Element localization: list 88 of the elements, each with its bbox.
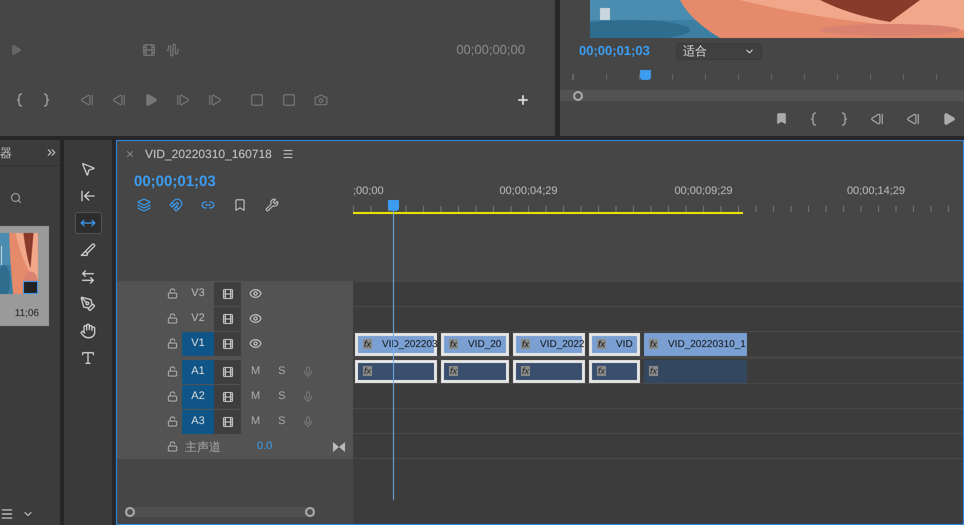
fx-badge: fx [449,366,458,376]
program-timecode: 00;00;01;03 [579,42,650,60]
timeline-timecode: 00;00;01;03 [134,172,217,192]
ruler-label: 00;00;04;29 [499,184,558,196]
audio-clip[interactable]: fx [513,360,585,382]
play-icon[interactable] [144,93,158,107]
lock-icon[interactable] [167,338,178,349]
audio-clip[interactable]: fx [355,360,437,382]
audio-clip[interactable]: fx [441,360,509,382]
marker-icon[interactable] [775,112,788,125]
fx-badge: fx [597,366,606,376]
step-back-icon[interactable] [906,112,920,126]
lock-icon[interactable] [167,416,178,427]
more-panels-icon[interactable] [45,146,58,159]
solo-toggle[interactable]: S [278,363,286,380]
lock-icon[interactable] [167,441,178,452]
clip-card[interactable]: 11;06 [0,226,49,326]
mute-toggle[interactable]: M [251,413,260,430]
plus-icon[interactable] [516,93,530,107]
step-back-icon[interactable] [112,93,126,107]
waveform-icon[interactable] [166,43,180,57]
track-label[interactable]: A3 [182,410,214,434]
lock-icon[interactable] [167,391,178,402]
close-icon[interactable] [125,149,135,159]
track-label[interactable]: V1 [182,332,214,356]
sequence-tab[interactable]: VID_20220310_160718 [145,145,272,163]
zoom-scrollbar[interactable] [560,90,964,101]
zoom-dropdown[interactable]: 适合 [676,42,762,60]
mute-toggle[interactable]: M [251,363,260,380]
lock-icon[interactable] [167,366,178,377]
scroll-handle[interactable] [573,90,583,100]
lock-icon[interactable] [167,288,178,299]
wrench-icon[interactable] [265,198,279,212]
marker-icon[interactable] [233,198,247,212]
clip-name: VID [616,338,633,352]
film-icon[interactable] [142,43,156,57]
track-label[interactable]: V3 [182,282,214,306]
lock-icon[interactable] [167,313,178,324]
clip-name: VID_20220310_1 [668,338,746,352]
track-label[interactable]: V2 [182,306,214,330]
search-icon[interactable] [10,192,22,204]
fx-badge: fx [649,339,658,349]
video-clip[interactable]: fx VID_20220310_1 [644,332,747,356]
panel-tab[interactable]: 器 [0,144,12,162]
fx-badge: fx [649,366,658,376]
solo-toggle[interactable]: S [278,413,286,430]
audio-clip[interactable]: fx [589,360,640,382]
mark-out-icon[interactable] [840,112,848,126]
mute-toggle[interactable]: M [251,388,260,405]
audio-clip[interactable]: fx [644,360,747,382]
fx-badge: fx [597,339,606,349]
bowtie-icon[interactable] [333,442,345,452]
ruler-label: 00;00;14;29 [846,184,906,196]
clip-name: VID_20 [468,338,502,352]
magnet-icon[interactable] [169,198,183,212]
camera-icon[interactable] [314,93,328,107]
playhead-handle[interactable] [640,70,651,80]
list-icon[interactable] [0,507,14,521]
playhead-line[interactable] [392,211,394,500]
menu-icon[interactable] [282,148,294,160]
eye-icon[interactable] [249,337,262,350]
solo-toggle[interactable]: S [278,388,286,405]
fx-badge: fx [449,339,458,349]
source-timecode: 00;00;00;00 [456,41,525,60]
timeline-scrollbar[interactable] [125,507,315,517]
nest-icon[interactable] [137,198,151,212]
mark-in-icon[interactable] [16,93,24,107]
play-icon[interactable] [942,112,956,126]
video-clip[interactable]: fx VID [589,332,640,356]
mark-in-icon[interactable] [810,112,818,126]
eye-icon[interactable] [249,287,262,300]
clip-duration: 11;06 [14,307,40,321]
eye-icon[interactable] [249,312,262,325]
step-forward-icon[interactable] [176,93,190,107]
track-label[interactable]: A1 [182,360,214,384]
video-clip[interactable]: fx VID_20 [441,332,509,356]
fx-badge: fx [521,339,530,349]
ruler-label: 00;00;09;29 [674,184,733,196]
ripple-edit-icon[interactable] [74,212,102,234]
mark-out-icon[interactable] [42,93,50,107]
fx-badge: fx [521,366,530,376]
fx-badge: fx [363,339,372,349]
master-track-label: 主声道 [185,438,221,456]
track-label[interactable]: A2 [182,384,214,408]
fx-badge: fx [363,366,372,376]
playhead-handle[interactable] [388,200,399,211]
ruler-label: ;00;00 [353,184,384,196]
master-volume[interactable]: 0.0 [257,438,272,455]
